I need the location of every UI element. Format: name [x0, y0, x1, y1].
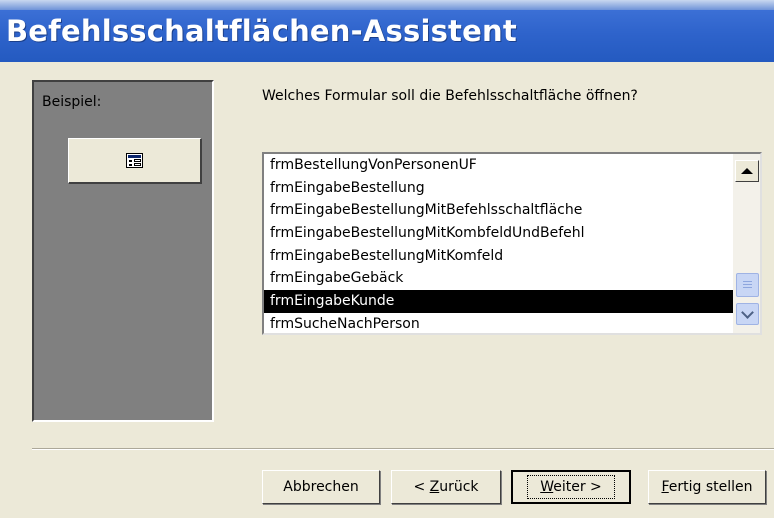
- cancel-button[interactable]: Abbrechen: [262, 470, 380, 504]
- title-bar-top-strip: [0, 0, 774, 10]
- scroll-down-button[interactable]: [736, 303, 759, 325]
- back-button[interactable]: < Zurück: [391, 470, 501, 504]
- scroll-thumb[interactable]: [736, 273, 759, 297]
- finish-button[interactable]: Fertig stellen: [648, 470, 766, 504]
- back-button-label: < Zurück: [413, 479, 479, 495]
- divider: [32, 448, 774, 450]
- list-item[interactable]: frmEingabeBestellungMitKomfeld: [264, 245, 733, 268]
- cancel-button-label: Abbrechen: [283, 479, 359, 495]
- list-item[interactable]: frmEingabeBestellungMitBefehlsschaltfläc…: [264, 199, 733, 222]
- list-item[interactable]: frmBestellungVonPersonenUF: [264, 154, 733, 177]
- form-list: frmBestellungVonPersonenUF frmEingabeBes…: [264, 154, 733, 333]
- vertical-scrollbar[interactable]: [733, 154, 760, 333]
- question-label: Welches Formular soll die Befehlsschaltf…: [262, 88, 638, 104]
- list-item[interactable]: frmSucheNachPerson: [264, 313, 733, 333]
- next-button-label: Weiter >: [527, 475, 615, 499]
- scroll-up-button[interactable]: [735, 160, 759, 182]
- window-title: Befehlsschaltflächen-Assistent: [6, 14, 517, 48]
- chevron-down-icon: [741, 305, 754, 319]
- arrow-up-icon: [741, 168, 753, 174]
- sample-label: Beispiel:: [42, 94, 102, 110]
- list-item[interactable]: frmEingabeBestellungMitKombfeldUndBefehl: [264, 222, 733, 245]
- form-icon: [126, 153, 143, 168]
- sample-panel: Beispiel:: [32, 80, 214, 422]
- finish-button-label: Fertig stellen: [661, 479, 753, 495]
- list-item[interactable]: frmEingabeBestellung: [264, 177, 733, 200]
- next-button[interactable]: Weiter >: [511, 470, 631, 504]
- form-listbox[interactable]: frmBestellungVonPersonenUF frmEingabeBes…: [262, 152, 762, 335]
- list-item-selected[interactable]: frmEingabeKunde: [264, 290, 733, 313]
- title-bar: Befehlsschaltflächen-Assistent: [0, 0, 774, 62]
- sample-button: [68, 138, 202, 184]
- list-item[interactable]: frmEingabeGebäck: [264, 267, 733, 290]
